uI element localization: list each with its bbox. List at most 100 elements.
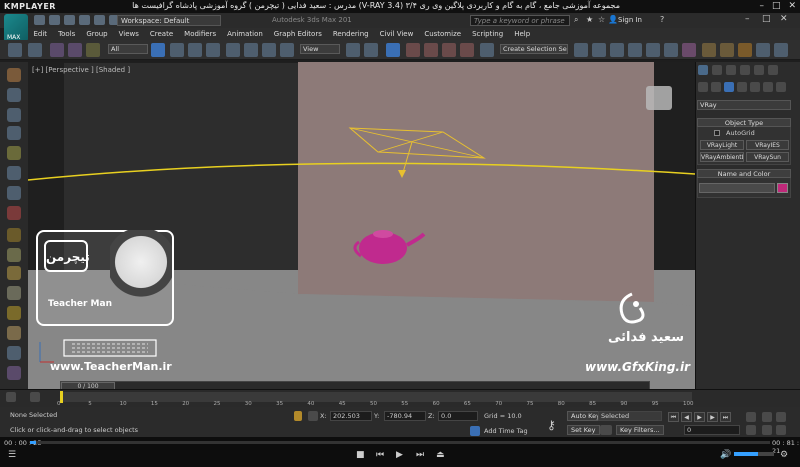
- zoom-icon[interactable]: [762, 412, 772, 422]
- schematic-view-icon[interactable]: [664, 43, 678, 57]
- vrayambientlight-button[interactable]: VRayAmbientLig: [700, 152, 744, 162]
- help-icon[interactable]: ?: [660, 15, 664, 24]
- minimize-icon[interactable]: –: [759, 1, 764, 11]
- hierarchy-tab-icon[interactable]: [726, 65, 736, 75]
- mini-curve-editor-icon[interactable]: [6, 392, 16, 402]
- playback-progress[interactable]: [30, 441, 770, 444]
- systems-category-icon[interactable]: [776, 82, 786, 92]
- menu-group[interactable]: Group: [81, 28, 113, 40]
- auto-key-selection-dropdown[interactable]: Selected: [598, 411, 662, 421]
- search-icon[interactable]: ⌕: [574, 15, 578, 25]
- zoom-all-icon[interactable]: [776, 412, 786, 422]
- vraylight-button[interactable]: VRayLight: [700, 140, 744, 150]
- angle-snap-icon[interactable]: [424, 43, 438, 57]
- select-and-manipulate-icon[interactable]: [364, 43, 378, 57]
- set-key-button[interactable]: Set Key: [567, 425, 600, 435]
- pan-view-icon[interactable]: [762, 425, 772, 435]
- menu-animation[interactable]: Animation: [222, 28, 269, 40]
- go-to-end-icon[interactable]: ⏭: [720, 412, 731, 422]
- lights-category-icon[interactable]: [724, 82, 734, 92]
- go-to-start-icon[interactable]: ⏮: [668, 412, 679, 422]
- timeline-toggle-icon[interactable]: [30, 392, 40, 402]
- select-and-rotate-icon[interactable]: [244, 43, 258, 57]
- redo-icon[interactable]: [28, 43, 42, 57]
- named-selection-set-dropdown[interactable]: Create Selection Se: [500, 44, 568, 54]
- material-editor-icon[interactable]: [682, 43, 696, 57]
- time-tag-icon[interactable]: [470, 426, 480, 436]
- key-mode-toggle-icon[interactable]: [746, 412, 756, 422]
- modify-tab-icon[interactable]: [712, 65, 722, 75]
- percent-snap-icon[interactable]: [442, 43, 456, 57]
- align-icon[interactable]: [592, 43, 606, 57]
- mirror-icon[interactable]: [574, 43, 588, 57]
- volume-slider[interactable]: [734, 452, 774, 456]
- select-and-move-icon[interactable]: [226, 43, 240, 57]
- menu-scripting[interactable]: Scripting: [467, 28, 509, 40]
- z-coordinate-field[interactable]: 0.0: [438, 411, 478, 421]
- communication-center-icon[interactable]: ★: [586, 15, 593, 24]
- proxy-tool-icon[interactable]: [7, 206, 21, 220]
- create-tab-icon[interactable]: [698, 65, 708, 75]
- utilities-tab-icon[interactable]: [768, 65, 778, 75]
- workspace-dropdown[interactable]: Workspace: Default: [117, 15, 221, 26]
- x-coordinate-field[interactable]: 202.503: [330, 411, 372, 421]
- absolute-mode-icon[interactable]: [308, 411, 318, 421]
- selection-filter-dropdown[interactable]: All: [108, 44, 148, 54]
- max-close-icon[interactable]: ✕: [780, 14, 788, 24]
- redo-icon[interactable]: [94, 15, 105, 25]
- viewcube-icon[interactable]: [646, 86, 672, 110]
- helpers-category-icon[interactable]: [750, 82, 760, 92]
- key-icon[interactable]: ⚷: [547, 418, 556, 432]
- menu-edit[interactable]: Edit: [28, 28, 53, 40]
- reference-coordinate-dropdown[interactable]: View: [300, 44, 340, 54]
- teapot-tool-icon[interactable]: [7, 68, 21, 82]
- select-object-icon[interactable]: [151, 43, 165, 57]
- menu-graph-editors[interactable]: Graph Editors: [268, 28, 327, 40]
- snaps-toggle-icon[interactable]: [406, 43, 420, 57]
- maximize-icon[interactable]: □: [772, 1, 781, 11]
- default-in-out-tangents-icon[interactable]: [600, 425, 612, 435]
- toggle-ribbon-icon[interactable]: [628, 43, 642, 57]
- fur-tool-icon[interactable]: [7, 228, 21, 242]
- window-crossing-icon[interactable]: [206, 43, 220, 57]
- user-icon[interactable]: 👤: [608, 15, 618, 24]
- open-file-icon[interactable]: [49, 15, 60, 25]
- rendered-frame-window-icon[interactable]: [720, 43, 734, 57]
- sphere-tool-icon[interactable]: [7, 186, 21, 200]
- spinner-snap-icon[interactable]: [460, 43, 474, 57]
- player-settings-icon[interactable]: ⚙: [780, 450, 788, 460]
- sign-in-button[interactable]: Sign In: [618, 16, 642, 24]
- object-name-field[interactable]: [699, 183, 775, 193]
- max-minimize-icon[interactable]: –: [745, 14, 750, 24]
- player-play-icon[interactable]: ▶: [396, 450, 403, 460]
- new-file-icon[interactable]: [34, 15, 45, 25]
- save-file-icon[interactable]: [64, 15, 75, 25]
- close-icon[interactable]: ✕: [788, 1, 796, 11]
- menu-civil-view[interactable]: Civil View: [374, 28, 419, 40]
- previous-frame-icon[interactable]: ◀: [681, 412, 692, 422]
- unlink-icon[interactable]: [68, 43, 82, 57]
- undo-icon[interactable]: [8, 43, 22, 57]
- menu-views[interactable]: Views: [113, 28, 144, 40]
- rectangular-selection-icon[interactable]: [188, 43, 202, 57]
- select-and-place-icon[interactable]: [280, 43, 294, 57]
- motion-tab-icon[interactable]: [740, 65, 750, 75]
- dome-tool-icon[interactable]: [7, 166, 21, 180]
- menu-customize[interactable]: Customize: [419, 28, 467, 40]
- light-tool-icon[interactable]: [7, 146, 21, 160]
- time-configuration-icon[interactable]: [746, 425, 756, 435]
- material-tool-icon[interactable]: [7, 108, 21, 122]
- select-by-name-icon[interactable]: [170, 43, 184, 57]
- undo-icon[interactable]: [79, 15, 90, 25]
- render-tool-icon[interactable]: [7, 88, 21, 102]
- name-and-color-rollout-header[interactable]: Name and Color: [697, 169, 791, 178]
- curve-editor-icon[interactable]: [646, 43, 660, 57]
- y-coordinate-field[interactable]: -780.94: [384, 411, 426, 421]
- bind-to-space-warp-icon[interactable]: [86, 43, 100, 57]
- search-input[interactable]: Type a keyword or phrase: [470, 15, 570, 26]
- vraysun-button[interactable]: VRaySun: [746, 152, 789, 162]
- player-stop-icon[interactable]: ■: [356, 450, 365, 460]
- plane-tool-icon[interactable]: [7, 248, 21, 262]
- play-animation-icon[interactable]: ▶: [694, 412, 705, 422]
- next-frame-icon[interactable]: ▶: [707, 412, 718, 422]
